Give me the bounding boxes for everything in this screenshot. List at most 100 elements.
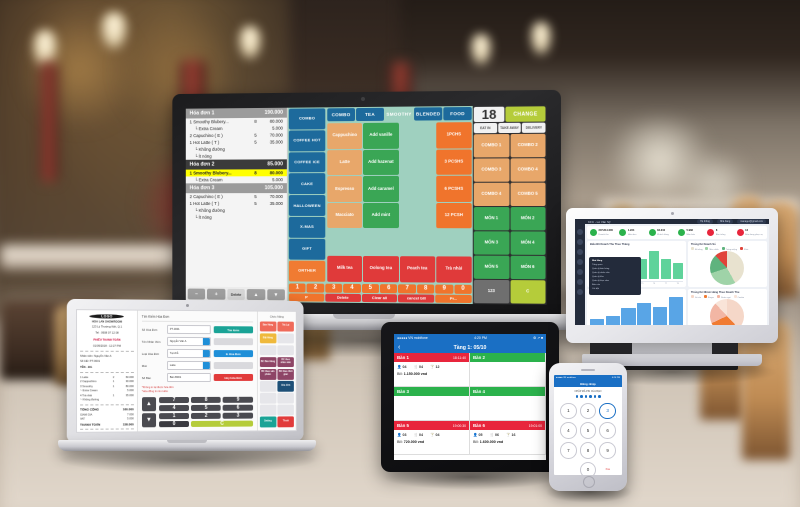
scroll-down-button[interactable]: ▼ bbox=[141, 413, 156, 428]
decrease-qty-button[interactable]: − bbox=[187, 288, 206, 300]
sidebar-icon-sales[interactable] bbox=[577, 239, 583, 245]
sales-button[interactable]: Bán Hàng bbox=[259, 320, 277, 332]
search-button[interactable]: Tìm kiếm bbox=[213, 326, 253, 334]
report-product-button[interactable]: BC theo sản phẩm bbox=[259, 368, 277, 380]
clear-c-button[interactable]: C bbox=[510, 280, 546, 304]
pin-key-2[interactable]: 2 bbox=[579, 402, 597, 420]
num-key-7[interactable]: 7 bbox=[398, 283, 416, 293]
category-coffee-hot[interactable]: COFFEE HOT bbox=[288, 130, 326, 152]
num-key-8[interactable]: 8 bbox=[416, 284, 435, 294]
setting-button[interactable]: Setting bbox=[259, 416, 277, 428]
key-8[interactable]: 8 bbox=[191, 396, 222, 403]
product-button[interactable]: Macciato bbox=[327, 202, 363, 229]
topbar-restaurant[interactable]: Nhà hàng bbox=[716, 219, 734, 224]
delete-button[interactable]: Delete bbox=[325, 293, 361, 302]
mon-3-button[interactable]: MÓN 3 bbox=[473, 231, 509, 255]
key-5[interactable]: 5 bbox=[191, 404, 222, 411]
mode-eat-in[interactable]: EAT IN bbox=[473, 122, 497, 134]
product-button[interactable]: Cappuchino bbox=[327, 123, 363, 149]
combo-1-button[interactable]: COMBO 1 bbox=[473, 134, 509, 158]
mode-take-away[interactable]: TAKE AWAY bbox=[497, 122, 522, 134]
clear-all-button[interactable]: Clear all bbox=[361, 293, 398, 303]
table-card[interactable]: Bàn 6 19:01:00 👤 05 🍴 06 🍸 16 Bill: 1.600.0… bbox=[470, 421, 546, 455]
key-0[interactable]: 0 bbox=[158, 420, 190, 428]
pin-key-9[interactable]: 9 bbox=[599, 441, 617, 459]
key-clear[interactable]: C bbox=[191, 420, 253, 427]
scroll-up-button[interactable]: ▲ bbox=[141, 397, 156, 412]
product-button[interactable]: Add hazenat bbox=[363, 149, 399, 176]
tab-smoothy[interactable]: SMOOTHY bbox=[384, 107, 414, 121]
invoice-button[interactable]: Hóa đơn bbox=[277, 380, 294, 392]
pin-key-6[interactable]: 6 bbox=[599, 422, 617, 439]
key-9[interactable]: 9 bbox=[223, 396, 253, 403]
mon-5-button[interactable]: MÓN 5 bbox=[473, 255, 509, 280]
home-button[interactable] bbox=[583, 476, 595, 488]
return-button[interactable]: Trả Lại bbox=[277, 321, 294, 332]
product-button[interactable]: 6 PCSHS bbox=[435, 175, 472, 202]
product-button[interactable]: Add vanille bbox=[363, 122, 399, 149]
num-key-2[interactable]: 2 bbox=[306, 283, 325, 293]
invoice-type-select[interactable]: Tại chỗ bbox=[166, 348, 211, 359]
report-time-button[interactable]: BC theo thời gian bbox=[277, 368, 294, 380]
product-button[interactable]: Espresso bbox=[327, 176, 363, 202]
combo-4-button[interactable]: COMBO 4 bbox=[510, 158, 546, 182]
mon-6-button[interactable]: MÓN 6 bbox=[510, 255, 546, 280]
pin-key-5[interactable]: 5 bbox=[579, 422, 597, 439]
mon-2-button[interactable]: MÓN 2 bbox=[510, 207, 546, 231]
menu-item[interactable]: Cài đặt bbox=[592, 288, 638, 292]
sidebar-icon-staff[interactable] bbox=[577, 249, 583, 255]
tab-blended[interactable]: BLENDED bbox=[414, 107, 443, 121]
product-button[interactable]: Milk tea bbox=[327, 255, 363, 282]
sidebar-icon-report[interactable] bbox=[577, 279, 583, 285]
product-button[interactable]: Oolong tea bbox=[363, 256, 399, 282]
tab-food[interactable]: FOOD bbox=[443, 106, 472, 121]
topbar-account[interactable]: manager@gmail.com bbox=[737, 219, 766, 224]
change-button[interactable]: CHANGE bbox=[505, 106, 546, 122]
category-halloween[interactable]: HALLOWEEN bbox=[288, 195, 326, 217]
table-card[interactable]: Bàn 1 18:11:40 👤 04 🍴 04 🍸 12 Bill: 1.150.0… bbox=[394, 353, 470, 387]
mon-1-button[interactable]: MÓN 1 bbox=[473, 207, 509, 231]
print-invoice-button[interactable]: In Hóa Đơn bbox=[213, 350, 253, 358]
num-key-3[interactable]: 3 bbox=[325, 283, 343, 293]
product-button[interactable]: Add caramel bbox=[363, 176, 399, 202]
cancel-bill-button[interactable]: cancel bill bbox=[398, 293, 435, 303]
category-cake[interactable]: CAKE bbox=[288, 173, 326, 195]
num-key-6[interactable]: 6 bbox=[379, 283, 398, 293]
key-2[interactable]: 2 bbox=[191, 412, 222, 419]
back-icon[interactable]: ‹ bbox=[398, 344, 400, 351]
tab-tea[interactable]: TEA bbox=[356, 107, 384, 122]
num-key-9[interactable]: 9 bbox=[435, 284, 454, 294]
table-card[interactable]: Bàn 5 19:00:30 👤 03 🍴 04 🍸 04 Bill: 720.000… bbox=[394, 421, 470, 455]
key-7[interactable]: 7 bbox=[158, 396, 190, 404]
key-4[interactable]: 4 bbox=[158, 404, 190, 412]
topbar-system[interactable]: Hệ thống bbox=[697, 219, 713, 224]
key-6[interactable]: 6 bbox=[223, 404, 253, 411]
combo-4b-button[interactable]: COMBO 4 bbox=[473, 182, 509, 207]
pin-key-1[interactable]: 1 bbox=[560, 402, 577, 420]
num-key-1[interactable]: 1 bbox=[288, 283, 306, 293]
bill-list[interactable]: Hóa đơn 1 190.000 1 Smoothy Blubery... 8… bbox=[185, 107, 287, 288]
print-button[interactable]: Pr... bbox=[435, 294, 472, 304]
category-coffee-ice[interactable]: COFFEE ICE bbox=[288, 151, 326, 173]
product-button[interactable]: 3 PCSHS bbox=[435, 149, 472, 176]
category-orther[interactable]: ORTHER bbox=[288, 260, 326, 282]
product-button[interactable]: Latte bbox=[327, 149, 363, 176]
pin-key-3[interactable]: 3 bbox=[599, 402, 617, 420]
key-3[interactable]: 3 bbox=[223, 412, 253, 419]
product-button[interactable]: 12 PCSH bbox=[435, 202, 472, 229]
num-key-5[interactable]: 5 bbox=[361, 283, 379, 293]
scroll-down-button[interactable]: ▼ bbox=[266, 289, 285, 301]
report-employee-button[interactable]: BC theo nhân viên bbox=[277, 356, 294, 368]
pin-key-7[interactable]: 7 bbox=[560, 441, 577, 459]
dish-select[interactable]: Latte bbox=[166, 360, 211, 371]
product-button[interactable]: Trà nhài bbox=[435, 256, 472, 283]
dashboard-menu-popup[interactable]: Nhà Hàng Tổng quan Quản lý bán hàng Quản… bbox=[589, 257, 641, 295]
sidebar-icon-inventory[interactable] bbox=[577, 259, 583, 265]
bill-item-row[interactable]: 1 Hot Latte ( T ) 5 35.000 bbox=[186, 200, 287, 207]
pin-key-0[interactable]: 0 bbox=[579, 461, 597, 475]
table-card[interactable]: Bàn 4 bbox=[470, 387, 546, 421]
order-button[interactable]: Đặt Hàng bbox=[259, 332, 277, 344]
table-card[interactable]: Bàn 2 bbox=[470, 353, 546, 387]
num-key-4[interactable]: 4 bbox=[343, 283, 361, 293]
num-mode-123-button[interactable]: 123 bbox=[473, 279, 509, 304]
